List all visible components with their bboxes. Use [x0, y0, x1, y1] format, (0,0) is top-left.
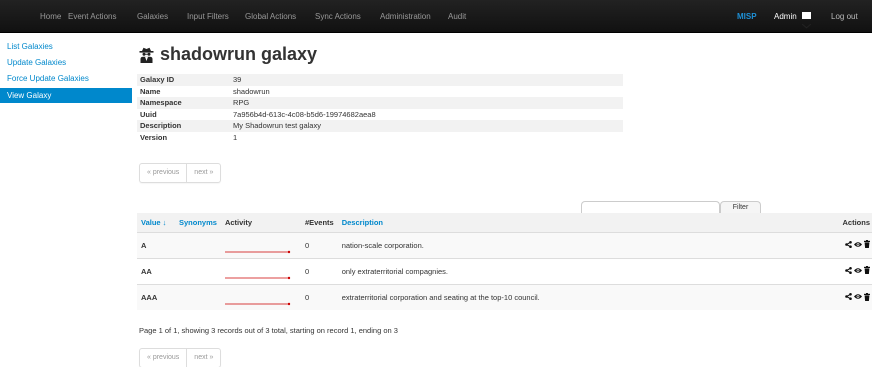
column-header-activity: Activity: [220, 213, 301, 232]
table-row: AA 0 only extraterritorial compagnies.: [137, 257, 872, 284]
detail-row: Name shadowrun: [137, 86, 623, 98]
table-row: A 0 nation-scale corporation.: [137, 231, 872, 258]
nav-galaxies[interactable]: Galaxies: [137, 0, 168, 33]
nav-audit[interactable]: Audit: [448, 0, 466, 33]
activity-cell: [220, 283, 301, 310]
detail-key: Uuid: [140, 109, 157, 119]
nav-brand-misp[interactable]: MISP: [737, 0, 757, 33]
cluster-value[interactable]: AAA: [137, 283, 175, 310]
nav-logout[interactable]: Log out: [831, 0, 858, 33]
detail-key: Version: [140, 132, 168, 142]
detail-value: My Shadowrun test galaxy: [230, 120, 623, 132]
share-icon[interactable]: [845, 293, 852, 300]
detail-row: Galaxy ID 39: [137, 74, 623, 86]
cluster-events-count: 0: [300, 257, 338, 284]
cluster-synonyms: [175, 283, 221, 310]
pagination-top: « previous next »: [139, 163, 222, 183]
previous-page-button[interactable]: « previous: [140, 164, 186, 182]
sidebar-item-list-galaxies[interactable]: List Galaxies: [0, 40, 132, 53]
filter-button[interactable]: Filter: [720, 201, 761, 213]
nav-event-actions[interactable]: Event Actions: [68, 0, 116, 33]
filter-input[interactable]: [581, 201, 720, 213]
activity-sparkline: [224, 250, 291, 254]
trash-icon[interactable]: [864, 292, 870, 301]
detail-row: Namespace RPG: [137, 97, 623, 109]
cluster-events-count: 0: [300, 231, 338, 258]
cluster-description: nation-scale corporation.: [337, 231, 832, 258]
sidebar-item-update-galaxies[interactable]: Update Galaxies: [0, 56, 132, 69]
cluster-events-count: 0: [300, 283, 338, 310]
cluster-synonyms: [175, 231, 221, 258]
next-page-button[interactable]: next »: [186, 164, 220, 182]
nav-administration[interactable]: Administration: [380, 0, 431, 33]
detail-key: Name: [140, 86, 161, 96]
cluster-description: extraterritorial corporation and seating…: [337, 283, 832, 310]
detail-key: Namespace: [137, 97, 230, 109]
nav-sync-actions[interactable]: Sync Actions: [315, 0, 361, 33]
trash-icon[interactable]: [864, 240, 870, 249]
eye-icon[interactable]: [854, 293, 862, 300]
actions-cell: [832, 283, 872, 310]
page-title: shadowrun galaxy: [139, 42, 317, 66]
column-header-events: #Events: [300, 213, 338, 232]
clusters-table: Value ↓ Synonyms Activity #Events Descri…: [137, 213, 872, 310]
pagination-summary: Page 1 of 1, showing 3 records out of 3 …: [139, 326, 398, 335]
galaxy-details-table: Galaxy ID 39 Name shadowrun Namespace RP…: [137, 74, 623, 143]
nav-home[interactable]: Home: [40, 0, 61, 33]
eye-icon[interactable]: [854, 267, 862, 274]
nav-user-label: Admin: [774, 12, 797, 21]
cluster-value[interactable]: AA: [137, 257, 175, 284]
sidebar: List Galaxies Update Galaxies Force Upda…: [0, 34, 132, 103]
activity-sparkline: [224, 276, 291, 280]
actions-cell: [832, 231, 872, 258]
pagination-bottom: « previous next »: [139, 348, 222, 367]
detail-value: 7a956b4d-613c-4c08-b5d6-19974682aea8: [233, 109, 376, 119]
next-page-button[interactable]: next »: [186, 349, 220, 367]
share-icon[interactable]: [845, 240, 852, 248]
previous-page-button[interactable]: « previous: [140, 349, 186, 367]
column-header-description[interactable]: Description: [337, 213, 832, 232]
cluster-value[interactable]: A: [137, 231, 175, 258]
detail-row: Version 1: [137, 132, 623, 144]
table-header-row: Value ↓ Synonyms Activity #Events Descri…: [137, 213, 872, 232]
envelope-icon: [801, 12, 812, 29]
user-secret-icon: [139, 45, 154, 64]
cluster-description: only extraterritorial compagnies.: [337, 257, 832, 284]
detail-value: 39: [230, 74, 623, 86]
activity-cell: [220, 257, 301, 284]
detail-key: Description: [137, 120, 230, 132]
nav-global-actions[interactable]: Global Actions: [245, 0, 296, 33]
table-row: AAA 0 extraterritorial corporation and s…: [137, 283, 872, 310]
top-navbar: Home Event Actions Galaxies Input Filter…: [0, 0, 872, 33]
detail-value: RPG: [230, 97, 623, 109]
page-title-text: shadowrun galaxy: [160, 44, 318, 64]
cluster-synonyms: [175, 257, 221, 284]
nav-user-admin[interactable]: Admin: [774, 0, 812, 33]
sidebar-item-force-update-galaxies[interactable]: Force Update Galaxies: [0, 72, 132, 85]
activity-cell: [220, 231, 301, 258]
activity-sparkline: [224, 303, 291, 306]
actions-cell: [832, 257, 872, 284]
share-icon[interactable]: [845, 266, 852, 274]
detail-value: shadowrun: [233, 86, 270, 96]
detail-row: Description My Shadowrun test galaxy: [137, 120, 623, 132]
detail-row: Uuid 7a956b4d-613c-4c08-b5d6-19974682aea…: [137, 109, 623, 121]
sidebar-item-view-galaxy[interactable]: View Galaxy: [0, 88, 132, 103]
detail-value: 1: [233, 132, 238, 142]
column-header-synonyms[interactable]: Synonyms: [175, 213, 221, 232]
trash-icon[interactable]: [864, 266, 870, 275]
detail-key: Galaxy ID: [137, 74, 230, 86]
column-header-actions: Actions: [832, 213, 872, 232]
nav-input-filters[interactable]: Input Filters: [187, 0, 229, 33]
column-header-value[interactable]: Value ↓: [137, 213, 175, 232]
eye-icon[interactable]: [854, 241, 862, 248]
